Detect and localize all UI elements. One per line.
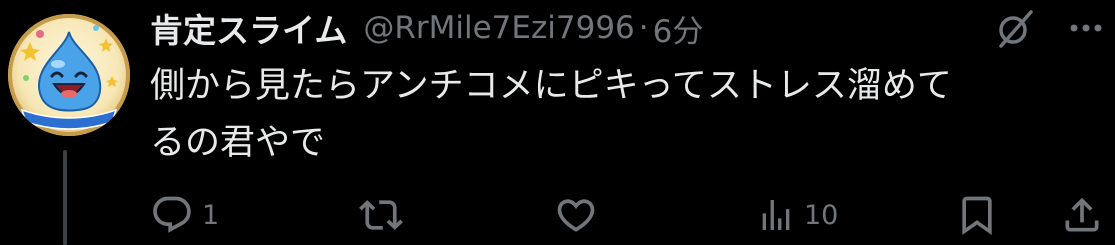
retweet-button[interactable]	[358, 190, 412, 240]
tweet-header: 肯定スライム @RrMile7Ezi7996 · 6分	[150, 4, 703, 52]
action-bar: 1 10	[0, 190, 1115, 240]
slime-avatar-image	[20, 25, 118, 130]
tweet-text: 側から見たらアンチコメにピキってストレス溜めて るの君やで	[150, 66, 952, 163]
user-handle[interactable]: @RrMile7Ezi7996	[363, 10, 634, 46]
bookmark-button[interactable]	[955, 190, 999, 240]
views-icon	[762, 200, 790, 230]
avatar[interactable]	[8, 14, 130, 136]
share-button[interactable]	[1060, 190, 1104, 240]
views-button[interactable]: 10	[756, 190, 838, 240]
more-options-icon[interactable]	[1064, 6, 1108, 50]
reply-button[interactable]: 1	[150, 190, 219, 240]
share-icon	[1065, 197, 1099, 232]
like-button[interactable]	[553, 190, 607, 240]
tweet-timestamp[interactable]: 6分	[653, 6, 704, 51]
bookmark-icon	[962, 196, 992, 236]
tweet-card[interactable]: 肯定スライム @RrMile7Ezi7996 · 6分 側から見たらアンチコメに…	[0, 0, 1115, 245]
display-name[interactable]: 肯定スライム	[150, 4, 347, 52]
reply-count: 1	[202, 199, 220, 231]
views-count: 10	[804, 199, 839, 231]
reply-icon	[153, 196, 191, 233]
grok-icon[interactable]	[995, 8, 1035, 48]
retweet-icon	[359, 200, 403, 230]
separator-dot: ·	[638, 10, 649, 46]
heart-icon	[557, 199, 595, 232]
